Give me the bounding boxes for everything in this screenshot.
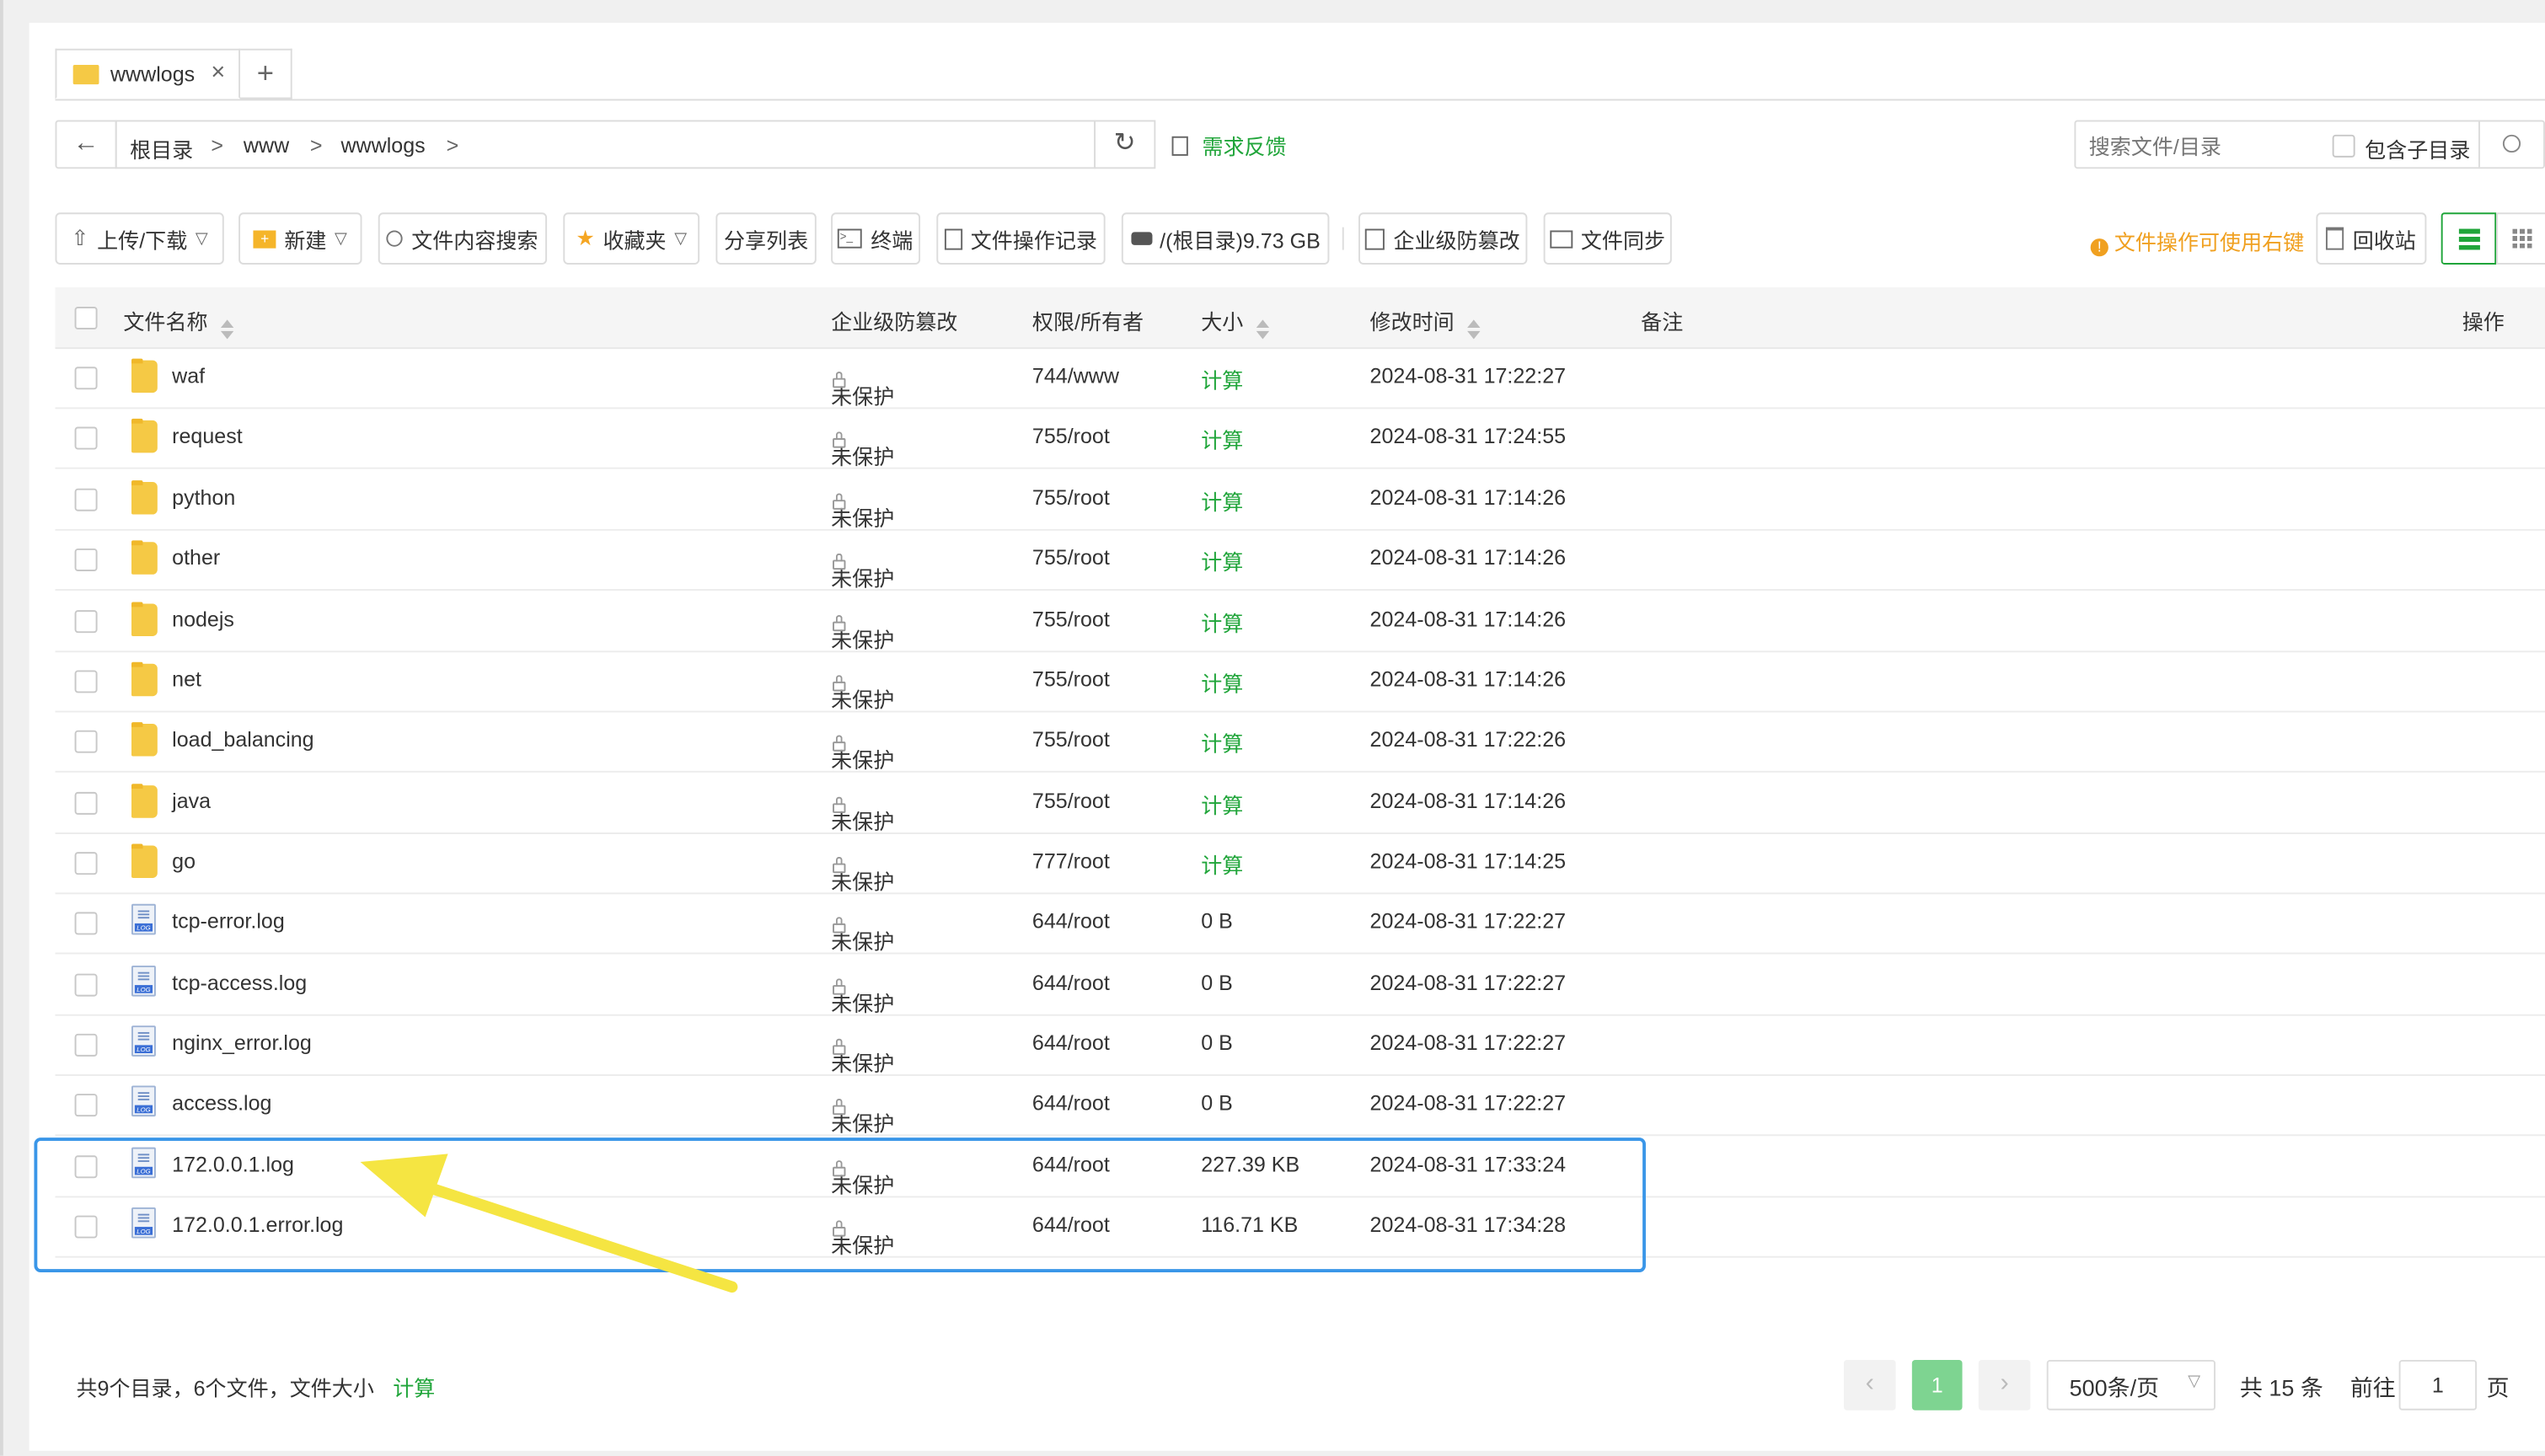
chevron-down-icon: ▽ [2188,1373,2201,1391]
page-size-select[interactable]: 500条/页 ▽ [2046,1359,2215,1410]
calc-total-link[interactable]: 计算 [393,1376,435,1400]
goto-label: 前往 [2349,1374,2396,1401]
next-page-button[interactable]: › [1978,1359,2031,1410]
arrow-annotation [360,1154,738,1293]
chevron-left-icon: ‹ [1865,1369,1874,1398]
summary-text: 共9个目录，6个文件，文件大小 计算 [77,1371,436,1402]
goto-page-value: 1 [2431,1373,2444,1398]
total-count: 共 15 条 [2239,1374,2323,1401]
prev-page-button[interactable]: ‹ [1843,1359,1896,1410]
page-1-button[interactable]: 1 [1911,1359,1963,1410]
page-size-value: 500条/页 [2069,1374,2160,1401]
page-unit: 页 [2486,1374,2510,1401]
summary-label: 共9个目录，6个文件，文件大小 [76,1376,374,1401]
page-number: 1 [1931,1373,1943,1398]
goto-page-input[interactable]: 1 [2398,1359,2478,1410]
chevron-right-icon: › [2000,1369,2009,1398]
